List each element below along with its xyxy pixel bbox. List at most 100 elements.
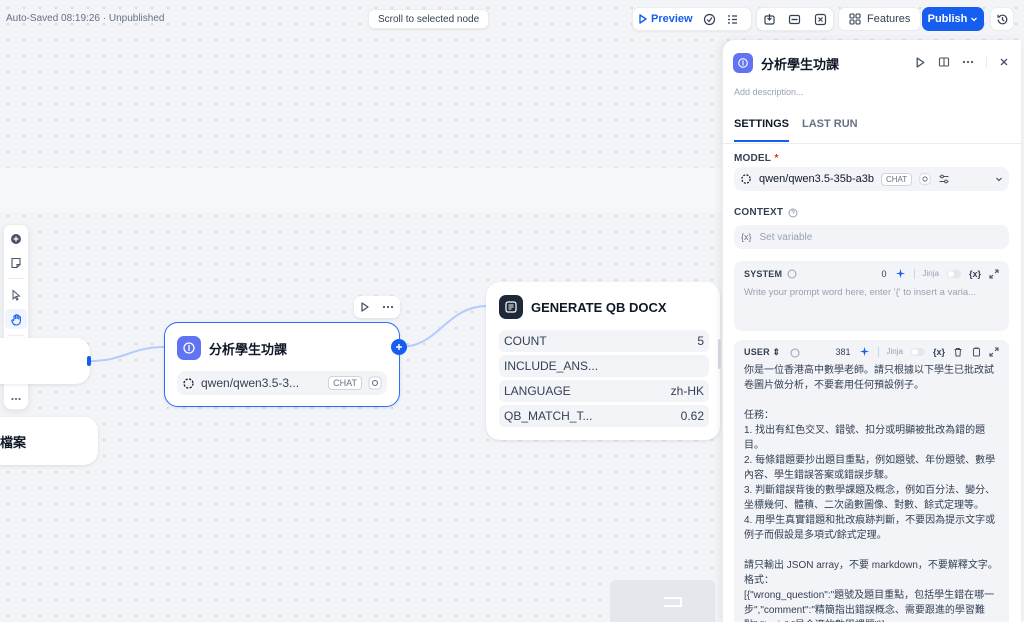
more-horizontal-icon[interactable] (382, 302, 394, 312)
header-divider (986, 56, 987, 68)
minimap-viewport (664, 597, 682, 607)
expand-icon[interactable] (989, 346, 999, 357)
model-label: MODEL (734, 153, 772, 164)
jinja-toggle[interactable] (946, 269, 961, 278)
param-row: QB_MATCH_T... 0.62 (499, 405, 709, 427)
add-next-node-button[interactable] (391, 339, 407, 355)
panel-title[interactable]: 分析學生功課 (761, 54, 839, 73)
features-button[interactable]: Features (838, 7, 922, 31)
param-key: INCLUDE_ANS... (504, 359, 599, 373)
help-circle-icon[interactable] (788, 208, 798, 218)
variables-button[interactable] (721, 8, 744, 30)
node-settings-panel: 分析學生功課 Add description... SETTINGS LAST … (722, 40, 1022, 622)
llm-node-model: qwen/qwen3.5-3... CHAT (177, 371, 387, 395)
chevron-down-icon (971, 17, 978, 22)
jinja-toggle[interactable] (910, 347, 925, 356)
more-horizontal-icon[interactable] (962, 56, 974, 68)
user-prompt-input[interactable]: 你是一位香港高中數學老師。請只根據以下學生已批改試卷圖片做分析，不要套用任何預設… (744, 363, 1002, 622)
publish-button[interactable]: Publish (922, 7, 984, 31)
model-provider-icon (741, 174, 751, 184)
trash-icon[interactable] (953, 347, 963, 357)
grid-icon (849, 13, 861, 25)
model-params-icon[interactable] (938, 173, 950, 185)
partial-node-lower[interactable]: 檔案 (0, 417, 98, 465)
docx-node-params: COUNT 5 INCLUDE_ANS... LANGUAGE zh-HK QB_M… (499, 330, 709, 430)
plus-icon (396, 344, 402, 350)
help-circle-icon[interactable] (787, 269, 797, 279)
brain-icon (738, 58, 748, 68)
insert-variable-icon[interactable]: {x} (933, 347, 945, 357)
copy-icon[interactable] (971, 347, 981, 357)
brain-icon (183, 342, 195, 354)
env-icon (789, 14, 801, 24)
user-prompt-box[interactable]: USER ⇕ 381 Jinja {x} 你是一位香港高中數學老師。請只根據以下… (734, 340, 1009, 622)
history-icon (996, 14, 1007, 24)
divider (913, 268, 915, 279)
node-actions-bar (354, 296, 400, 318)
version-history-button[interactable] (990, 7, 1014, 31)
tab-settings[interactable]: SETTINGS (734, 118, 790, 142)
help-book-icon[interactable] (938, 56, 950, 68)
help-circle-icon[interactable] (790, 348, 800, 358)
run-node-icon[interactable] (360, 302, 370, 312)
insert-variable-icon[interactable]: {x} (969, 269, 981, 279)
panel-node-icon (733, 53, 753, 73)
llm-node-icon (177, 336, 201, 360)
publish-label: Publish (927, 13, 968, 25)
param-value: 0.62 (680, 409, 704, 423)
model-selector[interactable]: qwen/qwen3.5-35b-a3b CHAT (734, 167, 1009, 191)
vision-feature-icon (368, 376, 382, 390)
tabs-divider (723, 143, 1022, 144)
vision-feature-icon (919, 173, 931, 185)
list-icon (727, 14, 737, 24)
param-key: QB_MATCH_T... (504, 409, 593, 423)
partial-node-title: 檔案 (0, 434, 27, 450)
system-char-count: 0 (881, 268, 887, 279)
param-key: LANGUAGE (504, 384, 571, 398)
node-handle[interactable] (87, 356, 91, 366)
required-mark: * (774, 153, 779, 164)
import-button[interactable] (758, 8, 781, 30)
param-row: COUNT 5 (499, 330, 709, 352)
user-label: USER (744, 347, 770, 357)
sparkle-icon[interactable] (859, 346, 870, 357)
docx-node[interactable]: GENERATE QB DOCX COUNT 5 INCLUDE_ANS... L… (486, 282, 720, 440)
user-char-count: 381 (835, 346, 851, 357)
param-value: 5 (697, 334, 704, 348)
panel-resize-handle[interactable] (718, 339, 721, 369)
context-label: CONTEXT (734, 207, 784, 218)
jinja-label: Jinja (886, 347, 903, 356)
system-prompt-input[interactable]: Write your prompt word here, enter '{' t… (744, 287, 1001, 298)
user-role-selector[interactable]: USER ⇕ (744, 347, 780, 358)
minimap[interactable] (610, 580, 715, 622)
model-name: qwen/qwen3.5-35b-a3b (759, 173, 874, 185)
context-variable-field[interactable]: {x} Set variable (734, 225, 1009, 249)
import-icon (764, 13, 775, 25)
system-prompt-box[interactable]: SYSTEM 0 Jinja {x} Write your prompt wor… (734, 261, 1009, 331)
model-section-label: MODEL * (734, 150, 778, 164)
divider (877, 346, 879, 357)
chat-tag: CHAT (880, 172, 913, 186)
env-button[interactable] (783, 8, 806, 30)
tab-last-run[interactable]: LAST RUN (802, 118, 858, 142)
description-input[interactable]: Add description... (734, 87, 804, 97)
features-label: Features (867, 13, 911, 25)
variable-icon: {x} (741, 232, 752, 242)
close-icon[interactable] (999, 57, 1009, 67)
partial-node-upper[interactable] (0, 338, 90, 384)
docx-node-title: GENERATE QB DOCX (531, 299, 667, 315)
expand-icon[interactable] (989, 268, 999, 279)
document-icon (505, 301, 517, 313)
panel-tabs: SETTINGS LAST RUN (734, 118, 858, 142)
run-step-icon[interactable] (915, 56, 926, 68)
llm-node-model-name: qwen/qwen3.5-3... (201, 376, 300, 390)
llm-node-title: 分析學生功課 (209, 341, 288, 357)
param-value: zh-HK (670, 384, 704, 398)
conversation-variables-button[interactable] (809, 8, 832, 30)
llm-node[interactable]: 分析學生功課 qwen/qwen3.5-3... CHAT (164, 322, 400, 407)
param-row: LANGUAGE zh-HK (499, 380, 709, 402)
variable-x-icon (814, 13, 826, 25)
sparkle-icon[interactable] (895, 268, 906, 279)
param-key: COUNT (504, 334, 547, 348)
context-placeholder: Set variable (759, 231, 813, 243)
